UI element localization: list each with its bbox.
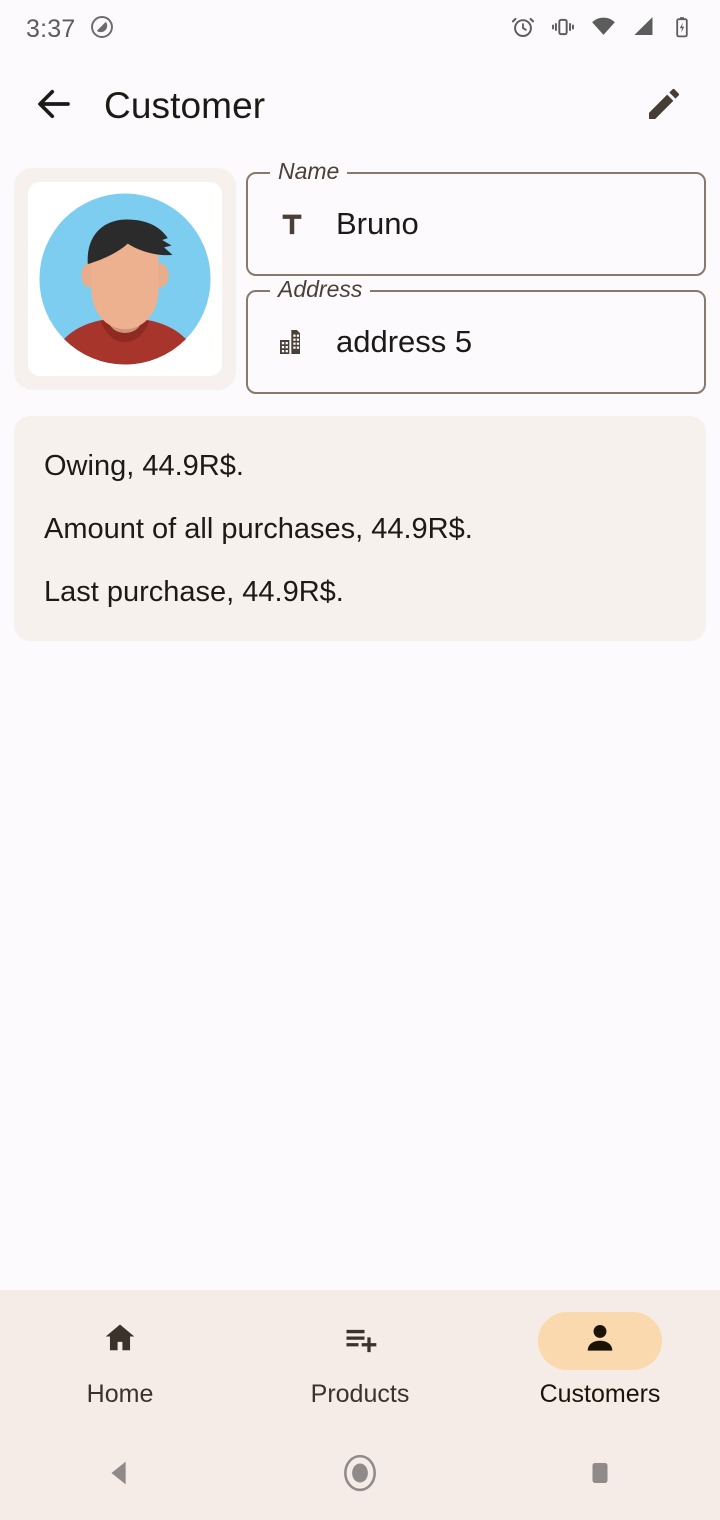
address-field[interactable]: Address address 5 [246, 276, 706, 394]
system-recents-icon [585, 1458, 615, 1493]
vibrate-icon [550, 14, 576, 45]
nav-home-label: Home [86, 1379, 154, 1408]
purchases-chart: Amount of purchases 00.250.50.7511.251.5… [0, 691, 720, 1520]
home-icon [102, 1320, 138, 1361]
system-back-icon [103, 1456, 137, 1495]
nav-customers-icon-pill [538, 1311, 662, 1370]
back-button[interactable] [28, 80, 80, 132]
nav-item-home[interactable]: Home [0, 1312, 240, 1409]
edit-pencil-icon [644, 84, 684, 129]
name-field-label: Name [270, 158, 348, 185]
status-bar-left: 3:37 [26, 14, 115, 45]
status-bar-clock: 3:37 [26, 14, 76, 43]
alarm-icon [510, 14, 536, 45]
back-arrow-icon [33, 83, 75, 130]
address-field-label: Address [270, 276, 371, 303]
page-title: Customer [104, 85, 266, 126]
summary-card: Owing, 44.9R$. Amount of all purchases, … [14, 416, 706, 641]
customer-header-row: Name Bruno Address address 5 [0, 154, 720, 394]
status-bar: 3:37 [0, 0, 720, 58]
avatar-illustration [39, 193, 211, 365]
bottom-navigation: Home Products Customers [0, 1290, 720, 1430]
cellular-signal-icon [631, 14, 656, 44]
system-home-button[interactable] [315, 1430, 405, 1520]
nav-item-products[interactable]: Products [240, 1312, 480, 1409]
nav-item-customers[interactable]: Customers [480, 1311, 720, 1409]
status-bar-right [510, 13, 694, 45]
system-recents-button[interactable] [555, 1430, 645, 1520]
nav-home-icon-pill [58, 1312, 182, 1370]
nav-customers-label: Customers [539, 1379, 661, 1408]
text-format-icon [270, 209, 314, 239]
app-bar: Customer [0, 58, 720, 154]
summary-line-owing: Owing, 44.9R$. [44, 450, 244, 482]
building-icon [270, 326, 314, 358]
nav-products-label: Products [310, 1379, 410, 1408]
name-field[interactable]: Name Bruno [246, 158, 706, 276]
do-not-disturb-icon [89, 14, 115, 45]
summary-line-last-purchase: Last purchase, 44.9R$. [44, 576, 344, 608]
playlist-add-icon [342, 1320, 378, 1361]
address-field-value: address 5 [336, 324, 473, 359]
nav-products-icon-pill [298, 1312, 422, 1370]
system-navigation-bar [0, 1430, 720, 1520]
name-field-value: Bruno [336, 206, 419, 241]
system-back-button[interactable] [75, 1430, 165, 1520]
summary-line-total-purchases: Amount of all purchases, 44.9R$. [44, 513, 473, 545]
phone-screen: 3:37 Customer Name Bruno Address address… [0, 0, 720, 1520]
battery-charging-icon [670, 15, 694, 44]
avatar [28, 182, 222, 376]
edit-button[interactable] [636, 78, 692, 134]
avatar-card [14, 168, 236, 390]
wifi-icon [590, 13, 617, 45]
person-icon [582, 1320, 618, 1361]
customer-fields: Name Bruno Address address 5 [246, 158, 706, 394]
system-home-icon [338, 1451, 382, 1500]
